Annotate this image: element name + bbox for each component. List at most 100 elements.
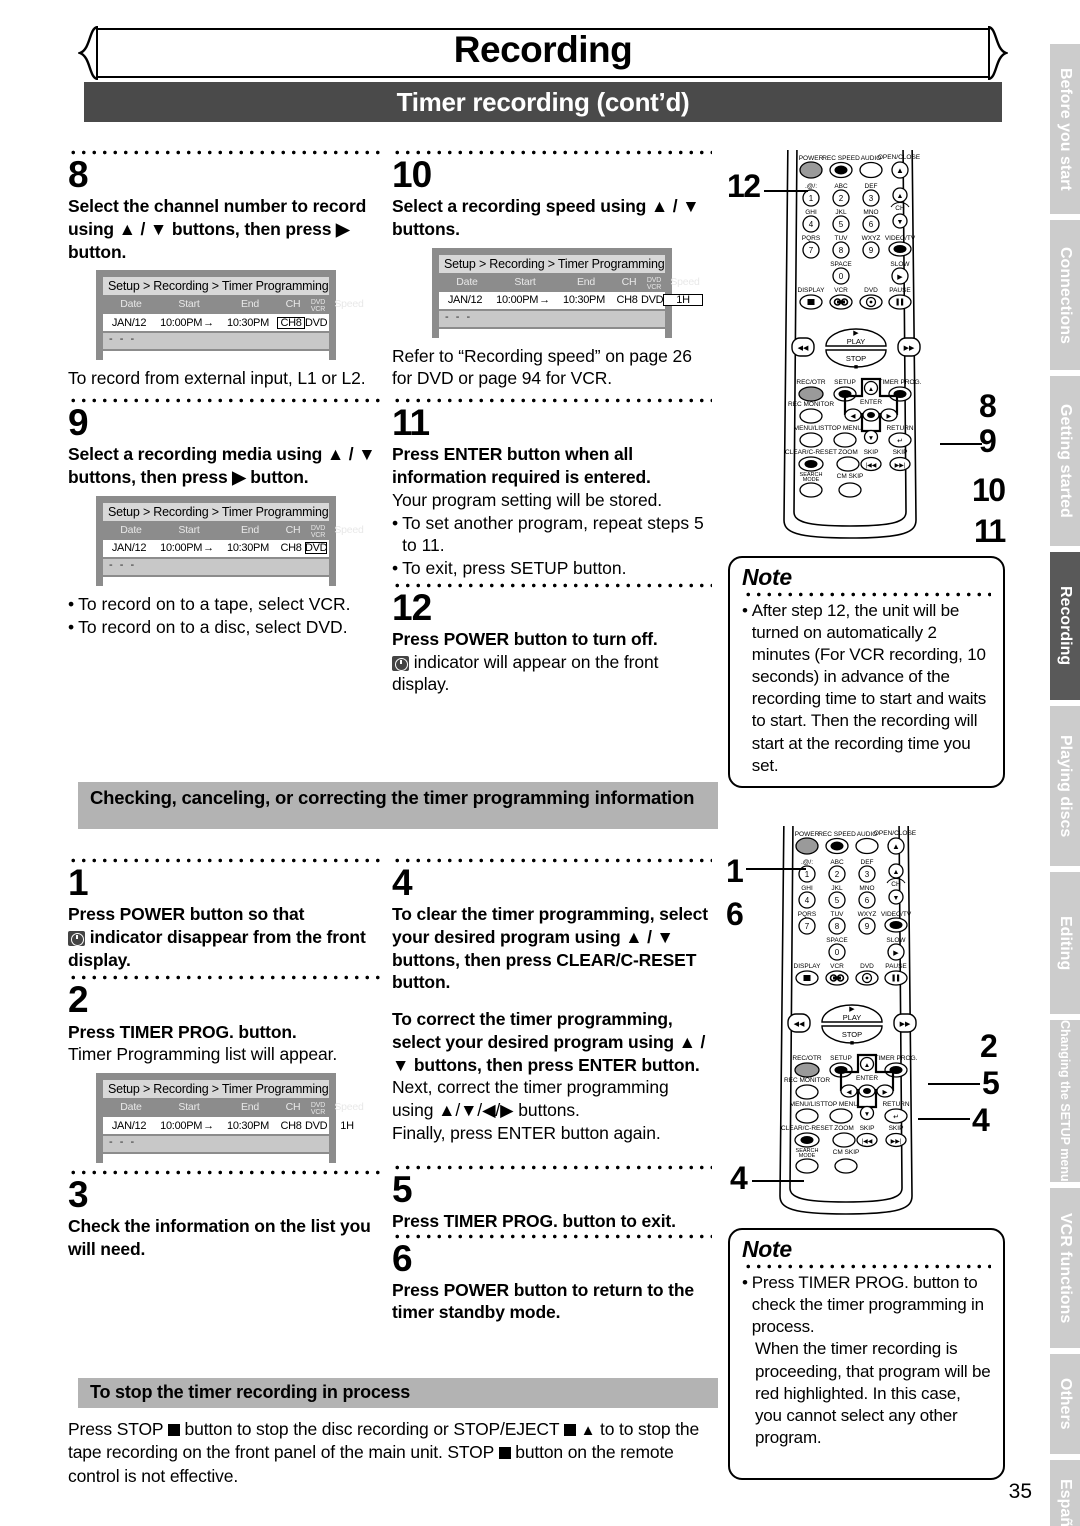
osd-cell-media: DVD [305,1119,328,1132]
tab-espanol[interactable]: Español [1050,1460,1080,1526]
osd-col-dvdvcr: DVD VCR [307,1101,329,1116]
osd-col-end: End [240,1101,260,1114]
note-box-2: Note • Press TIMER PROG. button to check … [728,1228,1005,1480]
step-instruction: Select a recording media using ▲ / ▼ but… [68,444,376,488]
svg-text:MODE: MODE [803,477,820,483]
tab-changing-setup-menu[interactable]: Changing the SETUP menu [1050,1020,1080,1182]
note-divider-dotted [743,1264,991,1269]
svg-text:VCR: VCR [834,287,848,294]
osd-cell-end: 10:30PM [227,316,269,329]
osd-cell-start: 10:00PM → [496,294,550,307]
note-bullet: • Press TIMER PROG. button to check the t… [742,1272,991,1338]
svg-text:▶▶|: ▶▶| [891,1139,902,1145]
osd-blank-row [103,351,329,361]
svg-text:TOP MENU: TOP MENU [824,1101,858,1108]
stop-square-icon [563,1424,576,1436]
osd-header-row: Date Start End CH DVD VCR Speed [103,521,364,540]
divider-dotted [392,150,712,155]
osd-cell-start: 10:00PM → [160,1119,214,1132]
divider-dotted [392,582,712,588]
callout-leader [928,1083,980,1086]
tab-connections[interactable]: Connections [1050,220,1080,370]
tab-others[interactable]: Others [1050,1354,1080,1454]
svg-text:PLAY: PLAY [847,337,866,346]
svg-text:9: 9 [865,922,870,931]
osd-col-vcr: VCR [646,283,662,291]
svg-text:5: 5 [839,220,844,229]
osd-col-date: Date [456,275,478,288]
page-number: 35 [1008,1480,1032,1503]
subheading-checking: Checking, canceling, or correcting the t… [78,782,718,829]
osd-col-ch: CH [285,298,301,311]
note-extra: When the timer recording is proceeding, … [755,1339,991,1448]
osd-program-row: JAN/12 10:00PM → 10:30PM CH8 DVD 1H [439,291,703,309]
step-instruction: Press ENTER button when all information … [392,444,651,488]
divider-dotted [392,1233,712,1239]
svg-text:2: 2 [835,870,840,879]
osd-cell-media: DVD [641,294,664,307]
divider-dotted [392,1164,712,1170]
osd-timer-programming: Setup > Recording > Timer Programming Da… [96,270,364,361]
step-instruction: Select the channel number to record usin… [68,196,367,262]
callout-number: 8 [979,388,997,424]
osd-col-vcr: VCR [310,306,326,314]
svg-text:▼: ▼ [893,895,900,902]
tab-recording[interactable]: Recording [1050,552,1080,700]
svg-text:GHI: GHI [801,885,813,892]
svg-text:PQRS: PQRS [798,911,817,918]
svg-text:8: 8 [839,246,844,255]
callout-leader [918,1118,970,1121]
osd-cell-date: JAN/12 [111,1119,147,1132]
osd-breadcrumb: Setup > Recording > Timer Programming [439,254,665,273]
step-bullet: • To record on to a disc, select DVD. [68,616,348,637]
osd-cell-date: JAN/12 [447,294,483,307]
tab-playing-discs[interactable]: Playing discs [1050,706,1080,866]
tab-getting-started[interactable]: Getting started [1050,376,1080,546]
clock-icon [68,930,85,946]
tab-before-you-start[interactable]: Before you start [1050,44,1080,214]
tab-vcr-functions[interactable]: VCR functions [1050,1188,1080,1348]
clock-icon [392,655,409,671]
svg-text:▲: ▲ [893,869,900,876]
osd-header-row: Date Start End CH DVD VCR Speed [439,273,700,292]
svg-text:4: 4 [805,896,810,905]
bullet-dot-icon: • [68,616,75,637]
svg-text:▼: ▼ [897,219,904,226]
step-number: 10 [392,154,432,195]
note-title: Note [742,564,792,590]
manual-page: Recording Timer recording (cont’d) 8 Sel… [0,0,1080,1526]
svg-text:MNO: MNO [863,209,878,216]
tab-editing[interactable]: Editing [1050,872,1080,1014]
svg-text:SKIP: SKIP [860,1125,875,1132]
step-instruction: Check the information on the list you wi… [68,1216,371,1259]
svg-text:CM SKIP: CM SKIP [837,473,864,480]
svg-text:|◀◀: |◀◀ [862,1139,873,1145]
arrow-icon: → [203,316,214,329]
step-note-2: Finally, press ENTER button again. [392,1122,661,1143]
step-number: 2 [68,979,89,1021]
osd-cell-ch: CH8 [616,294,638,307]
svg-text:▶: ▶ [853,330,859,337]
callout-number: 10 [972,472,1006,508]
osd-program-row: JAN/12 10:00PM → 10:30PM CH8 DVD [103,539,329,557]
svg-text:ENTER: ENTER [860,399,882,406]
column-left: 8 Select the channel number to record us… [68,150,386,638]
osd-header-row: Date Start End CH DVD VCR Speed [103,1098,364,1117]
osd-blank-row [103,1154,329,1164]
stop-square-icon [167,1424,180,1436]
note-box-1: Note • After step 12, the unit will be tu… [728,556,1005,788]
osd-cell-end: 10:30PM [227,1119,269,1132]
svg-text:STOP: STOP [846,354,866,363]
callout-number: 1 [726,853,744,889]
step-note: Timer Programming list will appear. [68,1044,338,1065]
svg-text:SKIP: SKIP [889,1125,904,1132]
callout-number: 4 [730,1160,748,1196]
note-bullet: • After step 12, the unit will be turned … [742,600,991,777]
svg-text:▼: ▼ [864,1111,870,1118]
callout-leader [940,443,982,446]
svg-text:SETUP: SETUP [830,1055,852,1062]
step-instruction: Press TIMER PROG. button. [68,1021,297,1042]
svg-text:3: 3 [869,194,874,203]
osd-blank-row [103,576,329,586]
svg-text:■: ■ [854,364,858,371]
